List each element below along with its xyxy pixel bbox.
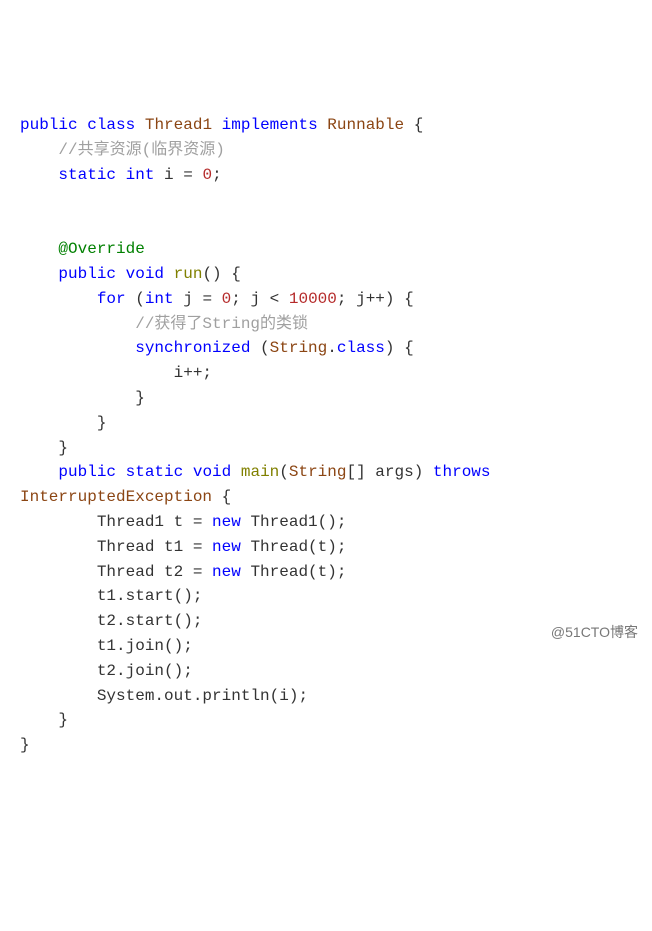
keyword-void: void [126,265,164,283]
stmt-thread1-new: Thread1 t = [97,513,212,531]
sync-close: ) { [385,339,414,357]
brace: } [97,414,107,432]
comment-shared-resource: //共享资源(临界资源) [58,141,224,159]
for-open: ( [126,290,145,308]
stmt-t2-start: t2.start(); [97,612,203,630]
brace: } [135,389,145,407]
brace: { [212,488,231,506]
for-j: j = [174,290,222,308]
stmt-thread1-ctor: Thread1(); [241,513,347,531]
class-string: String [289,463,347,481]
keyword-class: class [337,339,385,357]
array-brackets: [] [346,463,365,481]
dot: . [327,339,337,357]
increment-stmt: i++; [174,364,212,382]
code-block: public class Thread1 implements Runnable… [20,113,632,758]
stmt-t1-join: t1.join(); [97,637,193,655]
comment-string-lock: //获得了String的类锁 [135,315,308,333]
keyword-int: int [145,290,174,308]
brace: } [58,711,68,729]
keyword-new: new [212,538,241,556]
literal-zero: 0 [202,166,212,184]
stmt-t2-join: t2.join(); [97,662,193,680]
paren-open: ( [279,463,289,481]
stmt-t2-new: Thread t2 = [97,563,212,581]
field-i: i = [154,166,202,184]
brace: } [58,439,68,457]
semicolon: ; [212,166,222,184]
sync-open: ( [250,339,269,357]
class-name: Thread1 [145,116,212,134]
keyword-for: for [97,290,126,308]
keyword-static: static [58,166,116,184]
method-main: main [241,463,279,481]
parens: () { [202,265,240,283]
keyword-implements: implements [222,116,318,134]
stmt-t1-ctor: Thread(t); [241,538,347,556]
keyword-int: int [126,166,155,184]
keyword-throws: throws [423,463,490,481]
literal-zero: 0 [222,290,232,308]
param-args: args) [366,463,424,481]
keyword-new: new [212,563,241,581]
literal-10000: 10000 [289,290,337,308]
keyword-public: public [58,463,116,481]
stmt-println: System.out.println(i); [97,687,308,705]
keyword-public: public [20,116,78,134]
keyword-void: void [193,463,231,481]
method-run: run [174,265,203,283]
brace: } [20,736,30,754]
keyword-new: new [212,513,241,531]
interface-name: Runnable [327,116,404,134]
keyword-static: static [126,463,184,481]
keyword-public: public [58,265,116,283]
keyword-class: class [87,116,135,134]
stmt-t1-new: Thread t1 = [97,538,212,556]
class-string: String [270,339,328,357]
stmt-t2-ctor: Thread(t); [241,563,347,581]
for-mid: ; j < [231,290,289,308]
watermark-text: @51CTO博客 [551,622,638,644]
brace: { [404,116,423,134]
keyword-synchronized: synchronized [135,339,250,357]
annotation-override: @Override [58,240,144,258]
for-end: ; j++) { [337,290,414,308]
class-interrupted-exception: InterruptedException [20,488,212,506]
stmt-t1-start: t1.start(); [97,587,203,605]
